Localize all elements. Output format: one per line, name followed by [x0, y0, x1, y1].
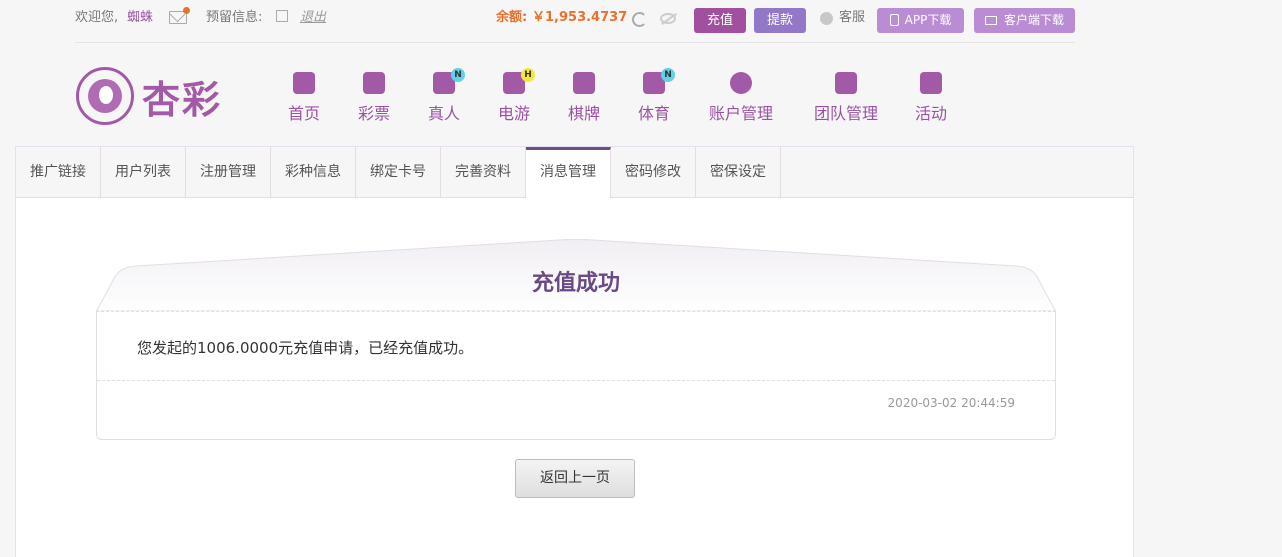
service-link[interactable]: 客服: [839, 10, 865, 26]
tab-bar: 推广链接 用户列表 注册管理 彩种信息 绑定卡号 完善资料 消息管理 密码修改 …: [16, 147, 1133, 198]
withdraw-button[interactable]: 提款: [754, 8, 806, 33]
tab-lottery-info[interactable]: 彩种信息: [271, 147, 356, 197]
nav-sports[interactable]: N 体育: [619, 68, 689, 124]
app-download-label: APP下载: [904, 13, 952, 27]
trophy-icon: N: [643, 68, 675, 94]
nav-label: 体育: [637, 104, 670, 123]
hide-balance-icon[interactable]: [660, 13, 676, 24]
edit-icon[interactable]: [276, 10, 288, 22]
service-icon[interactable]: [820, 12, 833, 25]
nav-account[interactable]: 账户管理: [701, 72, 781, 124]
welcome-text: 欢迎您,: [75, 10, 119, 25]
tab-user-list[interactable]: 用户列表: [101, 147, 186, 197]
top-bar: 欢迎您, 蜘蛛 预留信息: 退出 余额: ￥1,953.4737 充值 提款 客…: [75, 0, 1075, 43]
nav-label: 棋牌: [567, 104, 600, 123]
message-card-header: 充值成功: [96, 239, 1056, 312]
nav-live[interactable]: N 真人: [409, 68, 479, 124]
hot-badge: H: [521, 68, 535, 82]
message-time: 2020-03-02 20:44:59: [887, 396, 1015, 410]
unread-dot: [183, 7, 190, 14]
back-button[interactable]: 返回上一页: [515, 459, 635, 498]
logo-text: 杏彩: [142, 77, 223, 122]
message-card: 充值成功 您发起的1006.0000元充值申请，已经充值成功。 2020-03-…: [96, 239, 1056, 440]
home-icon: [293, 72, 315, 94]
site-logo[interactable]: 杏彩: [76, 67, 228, 127]
gamepad-icon: H: [503, 68, 535, 94]
tab-messages[interactable]: 消息管理: [526, 147, 611, 198]
phone-icon: [889, 14, 899, 26]
username[interactable]: 蜘蛛: [127, 10, 153, 26]
tab-password[interactable]: 密码修改: [611, 147, 696, 197]
nav-label: 账户管理: [708, 104, 773, 123]
nav-team[interactable]: 团队管理: [806, 72, 886, 124]
client-download-label: 客户端下载: [1003, 13, 1064, 27]
nav-label: 真人: [427, 104, 460, 123]
refresh-icon[interactable]: [632, 12, 647, 27]
gift-icon: [920, 72, 942, 94]
nav-label: 活动: [914, 104, 947, 123]
balance-value: ￥1,953.4737: [532, 10, 628, 25]
nav-label: 团队管理: [813, 104, 878, 123]
cards-icon: [573, 72, 595, 94]
ticket-icon: [363, 72, 385, 94]
nav-chess[interactable]: 棋牌: [549, 72, 619, 124]
new-badge: N: [661, 68, 675, 82]
nav-lottery[interactable]: 彩票: [339, 72, 409, 124]
content-panel: 推广链接 用户列表 注册管理 彩种信息 绑定卡号 完善资料 消息管理 密码修改 …: [15, 146, 1134, 557]
nav-label: 彩票: [357, 104, 390, 123]
message-title: 充值成功: [531, 271, 620, 296]
nav-egames[interactable]: H 电游: [479, 68, 549, 124]
logo-mark-icon: [76, 67, 134, 125]
account-icon: [730, 72, 752, 94]
nav-home[interactable]: 首页: [269, 72, 339, 124]
nav-label: 首页: [287, 104, 320, 123]
nav-promotions[interactable]: 活动: [896, 72, 966, 124]
nav-label: 电游: [497, 104, 530, 123]
divider: [97, 380, 1055, 381]
recharge-button[interactable]: 充值: [694, 8, 746, 33]
new-badge: N: [451, 68, 465, 82]
balance-label: 余额:: [496, 10, 528, 25]
tab-profile[interactable]: 完善资料: [441, 147, 526, 197]
team-icon: [835, 72, 857, 94]
monitor-icon: [984, 16, 997, 25]
app-download-button[interactable]: APP下载: [877, 8, 964, 33]
message-text: 您发起的1006.0000元充值申请，已经充值成功。: [137, 339, 474, 357]
live-dealer-icon: N: [433, 68, 465, 94]
tab-bind-card[interactable]: 绑定卡号: [356, 147, 441, 197]
tab-promo-link[interactable]: 推广链接: [16, 147, 101, 197]
client-download-button[interactable]: 客户端下载: [974, 8, 1075, 33]
message-card-body: 您发起的1006.0000元充值申请，已经充值成功。 2020-03-02 20…: [96, 311, 1056, 440]
tab-register-manage[interactable]: 注册管理: [186, 147, 271, 197]
reserved-info-label: 预留信息:: [206, 10, 263, 25]
tab-security-question[interactable]: 密保设定: [696, 147, 781, 197]
logout-link[interactable]: 退出: [300, 10, 326, 26]
